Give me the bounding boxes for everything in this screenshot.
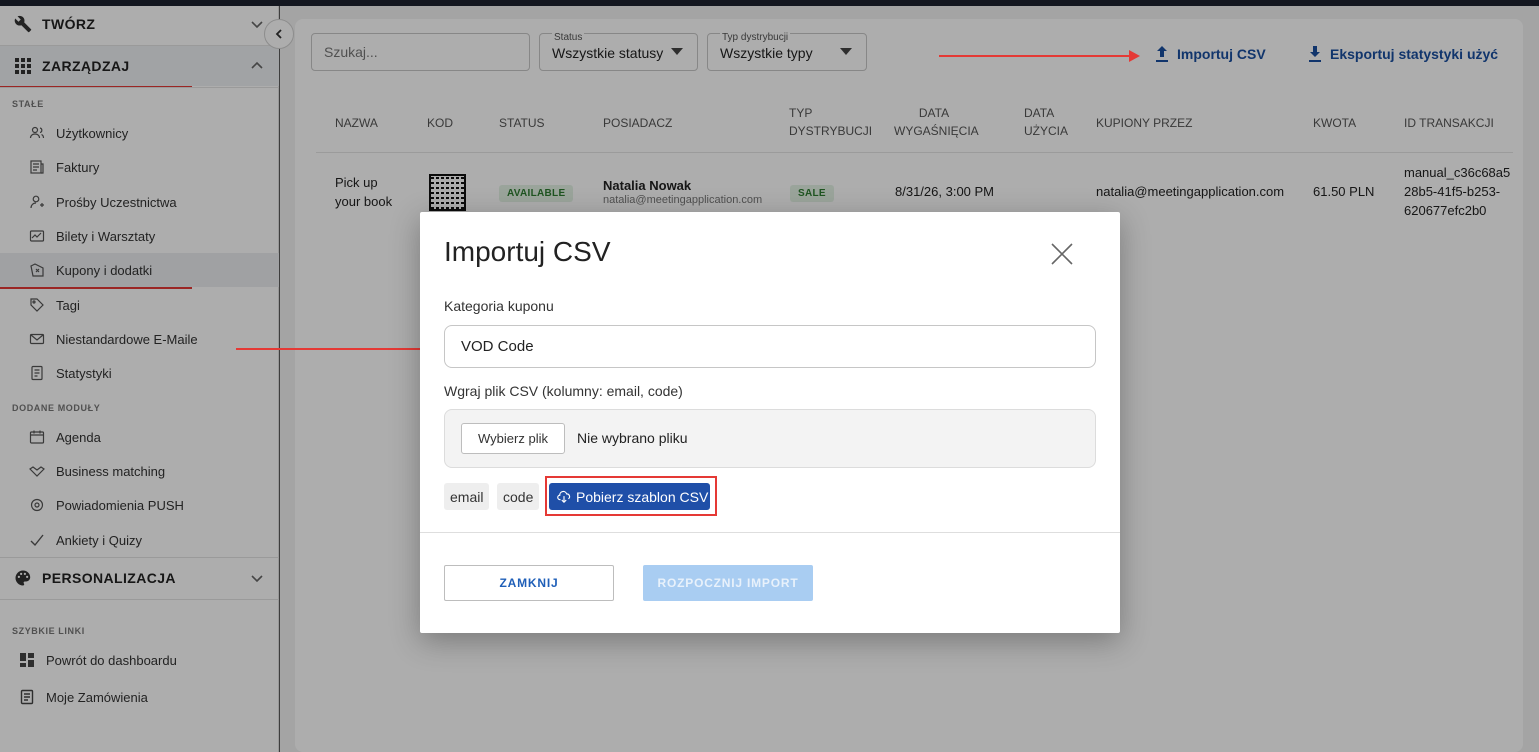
import-csv-dialog: Importuj CSV Kategoria kuponu VOD Code W… <box>420 212 1120 633</box>
choose-file-button[interactable]: Wybierz plik <box>461 423 565 454</box>
download-template-label: Pobierz szablon CSV <box>576 488 709 505</box>
annotation-arrow <box>236 343 438 355</box>
close-icon[interactable] <box>1050 242 1076 268</box>
download-template-button[interactable]: Pobierz szablon CSV <box>549 483 710 510</box>
column-chip-code: code <box>497 483 540 510</box>
dialog-title: Importuj CSV <box>444 236 611 267</box>
category-label: Kategoria kuponu <box>444 298 554 314</box>
category-input[interactable]: VOD Code <box>444 325 1096 368</box>
upload-label: Wgraj plik CSV (kolumny: email, code) <box>444 383 683 399</box>
start-import-button[interactable]: ROZPOCZNIJ IMPORT <box>643 565 813 601</box>
dialog-divider <box>420 532 1120 533</box>
cloud-download-icon <box>557 490 571 504</box>
column-chip-email: email <box>444 483 490 510</box>
file-upload-box: Wybierz plik Nie wybrano pliku <box>444 409 1096 468</box>
file-status: Nie wybrano pliku <box>577 430 688 446</box>
annotation-arrow <box>939 50 1140 62</box>
category-value: VOD Code <box>461 338 534 355</box>
close-button[interactable]: ZAMKNIJ <box>444 565 614 601</box>
